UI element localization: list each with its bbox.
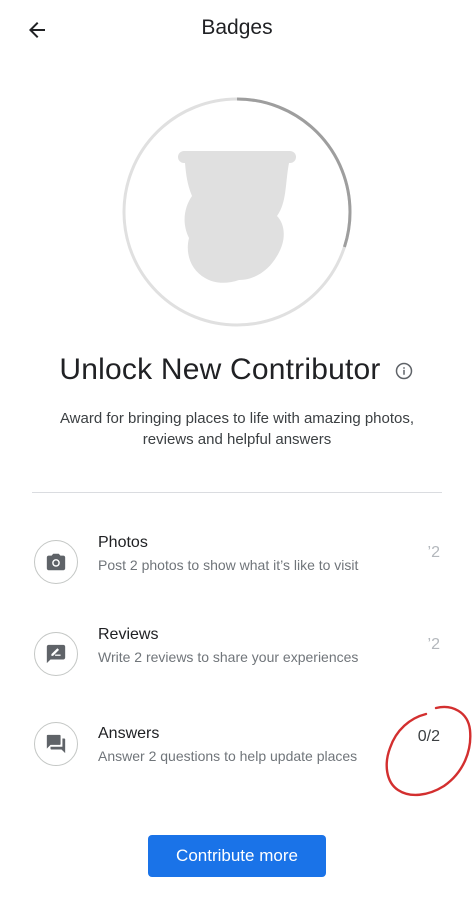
page-title: Badges — [201, 16, 273, 39]
task-count: ’2 — [427, 636, 440, 653]
task-photos: Photos Post 2 photos to show what it’s l… — [0, 534, 474, 620]
info-button[interactable] — [393, 360, 415, 382]
contribute-more-button[interactable]: Contribute more — [148, 835, 326, 877]
camera-icon — [46, 553, 66, 571]
top-app-bar: Badges — [0, 0, 474, 60]
badge-title: Unlock New Contributor — [59, 353, 381, 386]
task-answers: Answers Answer 2 questions to help updat… — [0, 722, 474, 802]
badges-screen: Badges Unlock New Contributor Award for … — [0, 0, 474, 897]
section-divider — [32, 492, 442, 493]
task-text: Reviews Write 2 reviews to share your ex… — [98, 624, 368, 666]
task-text: Answers Answer 2 questions to help updat… — [98, 723, 368, 765]
task-name: Reviews — [98, 626, 159, 643]
task-name: Answers — [98, 725, 160, 742]
task-count: ’2 — [427, 544, 440, 561]
task-icon-container — [34, 540, 78, 584]
task-count: 0/2 — [417, 728, 440, 745]
task-icon-container — [34, 722, 78, 766]
task-text: Photos Post 2 photos to show what it’s l… — [98, 532, 368, 574]
answers-chat-icon — [46, 734, 66, 754]
badge-description: Award for bringing places to life with a… — [59, 410, 415, 448]
task-description: Answer 2 questions to help update places — [98, 748, 358, 764]
task-description: Write 2 reviews to share your experience… — [98, 649, 359, 665]
review-edit-icon — [46, 644, 66, 664]
task-description: Post 2 photos to show what it’s like to … — [98, 557, 359, 573]
task-icon-container — [34, 632, 78, 676]
badge-silhouette-icon — [178, 151, 296, 283]
info-icon — [395, 362, 412, 380]
task-name: Photos — [98, 534, 148, 551]
task-reviews: Reviews Write 2 reviews to share your ex… — [0, 626, 474, 712]
badge-progress-ring — [122, 97, 352, 327]
badge-title-row: Unlock New Contributor — [0, 348, 474, 392]
